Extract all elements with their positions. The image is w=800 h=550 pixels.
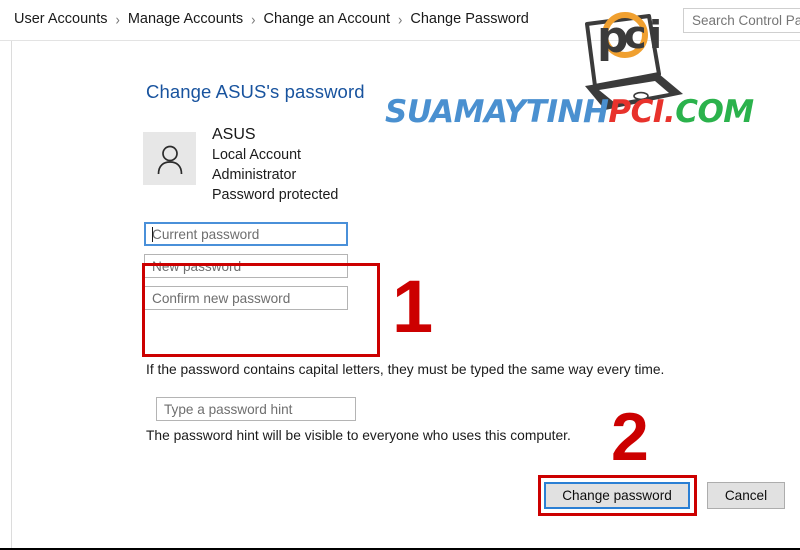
- change-password-button[interactable]: Change password: [544, 482, 690, 509]
- breadcrumb-item-manage-accounts[interactable]: Manage Accounts: [127, 11, 244, 27]
- breadcrumb-item-change-password[interactable]: Change Password: [409, 11, 530, 27]
- confirm-new-password-placeholder: Confirm new password: [152, 290, 291, 306]
- password-hint-placeholder: Type a password hint: [164, 401, 293, 417]
- new-password-input[interactable]: New password: [144, 254, 348, 278]
- account-summary: ASUS Local Account Administrator Passwor…: [143, 126, 338, 205]
- account-type: Local Account: [212, 147, 302, 163]
- search-placeholder: Search Control Panel: [692, 13, 800, 28]
- account-role: Administrator: [212, 167, 297, 183]
- dialog-button-row: Change password Cancel: [544, 482, 785, 509]
- breadcrumb-item-change-an-account[interactable]: Change an Account: [262, 11, 391, 27]
- window-left-rail: [0, 0, 12, 548]
- search-input[interactable]: Search Control Panel: [683, 8, 800, 33]
- text-caret: [152, 227, 153, 242]
- content-pane: Change ASUS's password ASUS Local Accoun…: [13, 42, 800, 548]
- control-panel-window: User Accounts › Manage Accounts › Change…: [0, 0, 800, 550]
- annotation-step-2: 2: [611, 399, 649, 475]
- password-hint-input[interactable]: Type a password hint: [156, 397, 356, 421]
- annotation-step-1: 1: [392, 265, 434, 348]
- current-password-placeholder: Current password: [152, 226, 260, 242]
- breadcrumb: User Accounts › Manage Accounts › Change…: [13, 10, 530, 28]
- chevron-right-icon: ›: [115, 10, 120, 28]
- user-silhouette-icon: [143, 132, 196, 185]
- address-bar: User Accounts › Manage Accounts › Change…: [0, 0, 800, 41]
- chevron-right-icon: ›: [251, 10, 256, 28]
- account-name: ASUS: [212, 126, 256, 143]
- page-title: Change ASUS's password: [146, 81, 365, 102]
- password-hint-note: The password hint will be visible to eve…: [146, 428, 571, 443]
- password-field-group: Current password New password Confirm ne…: [144, 222, 348, 318]
- breadcrumb-item-user-accounts[interactable]: User Accounts: [13, 11, 109, 27]
- account-details: ASUS Local Account Administrator Passwor…: [212, 124, 338, 205]
- capital-letters-note: If the password contains capital letters…: [146, 362, 665, 377]
- confirm-new-password-input[interactable]: Confirm new password: [144, 286, 348, 310]
- current-password-input[interactable]: Current password: [144, 222, 348, 246]
- cancel-button[interactable]: Cancel: [707, 482, 785, 509]
- chevron-right-icon: ›: [398, 10, 403, 28]
- new-password-placeholder: New password: [152, 258, 242, 274]
- account-password-status: Password protected: [212, 187, 339, 203]
